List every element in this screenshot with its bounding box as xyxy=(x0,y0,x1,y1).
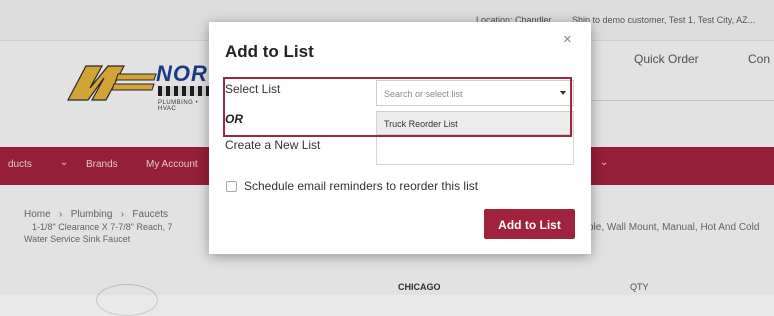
highlight-frame xyxy=(223,77,572,137)
add-to-list-modal: Add to List × Select List Search or sele… xyxy=(209,22,591,254)
schedule-reminders-label[interactable]: Schedule email reminders to reorder this… xyxy=(244,179,478,193)
modal-title: Add to List xyxy=(225,42,314,61)
create-new-list-label: Create a New List xyxy=(225,138,321,152)
add-to-list-button-label: Add to List xyxy=(498,218,561,232)
add-to-list-button[interactable]: Add to List xyxy=(484,209,575,239)
new-list-input[interactable] xyxy=(376,135,574,165)
schedule-reminders-checkbox[interactable] xyxy=(226,181,237,192)
close-icon[interactable]: × xyxy=(563,31,572,48)
